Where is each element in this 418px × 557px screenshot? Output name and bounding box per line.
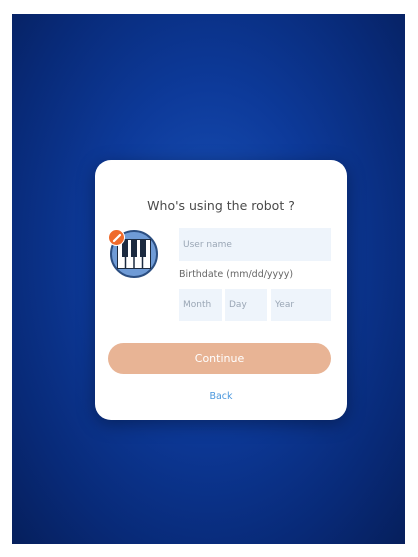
dialog-title: Who's using the robot ? [147,198,295,213]
user-setup-dialog: Who's using the robot ? Birthdate (mm/dd… [95,160,347,420]
continue-button[interactable]: Continue [108,343,331,374]
edit-avatar-button[interactable] [108,229,125,246]
pencil-icon [112,233,121,242]
year-input[interactable] [271,289,331,321]
month-input[interactable] [179,289,222,321]
birthdate-label: Birthdate (mm/dd/yyyy) [179,269,294,280]
app-background: Who's using the robot ? Birthdate (mm/dd… [12,14,405,544]
back-link[interactable]: Back [95,391,347,402]
day-input[interactable] [225,289,267,321]
username-input[interactable] [179,228,331,261]
